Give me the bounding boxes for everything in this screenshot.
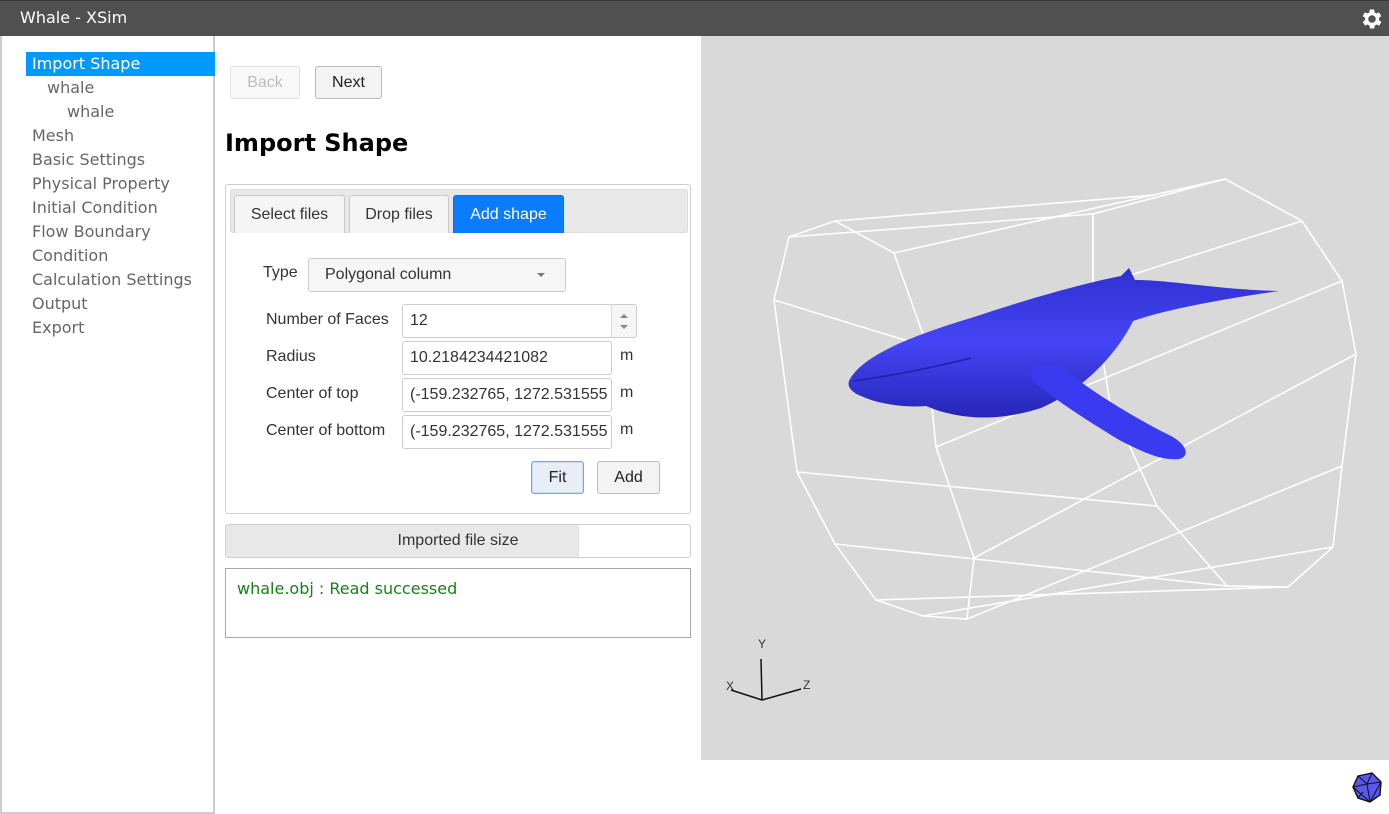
faces-input[interactable]: 12 (402, 304, 612, 338)
tab-drop-files[interactable]: Drop files (349, 195, 449, 233)
sidebar-item-whale-shape[interactable]: whale (26, 100, 215, 124)
fit-button[interactable]: Fit (531, 461, 584, 494)
back-button[interactable]: Back (230, 66, 300, 99)
log-message: whale.obj : Read successed (237, 579, 458, 598)
type-select-value: Polygonal column (325, 266, 452, 283)
axis-label-z: Z (803, 678, 810, 692)
radius-unit: m (620, 347, 634, 364)
type-select[interactable]: Polygonal column (308, 258, 566, 292)
tab-add-shape[interactable]: Add shape (453, 195, 564, 233)
window-title: Whale - XSim (20, 8, 128, 27)
sidebar-item-condition[interactable]: Condition (26, 244, 215, 268)
sidebar-item-physical-property[interactable]: Physical Property (26, 172, 215, 196)
column-near-face (773, 220, 975, 620)
sidebar-item-calculation-settings[interactable]: Calculation Settings (26, 268, 215, 292)
center-top-input[interactable]: (-159.232765, 1272.531555 (402, 378, 612, 412)
sidebar-item-basic-settings[interactable]: Basic Settings (26, 148, 215, 172)
axis-triad: Y X Z (726, 637, 810, 701)
sidebar: Import Shape whale whale Mesh Basic Sett… (0, 36, 215, 814)
title-bar: Whale - XSim (0, 0, 1389, 36)
center-top-unit: m (620, 384, 634, 401)
chevron-down-icon (537, 273, 545, 277)
add-button[interactable]: Add (597, 461, 660, 494)
gear-icon[interactable] (1359, 6, 1385, 32)
center-bottom-input[interactable]: (-159.232765, 1272.531555 (402, 415, 612, 449)
tab-bar: Select files Drop files Add shape (230, 189, 688, 233)
axis-label-x: X (726, 679, 734, 693)
whale-pectoral-fin (1031, 365, 1186, 460)
center-bottom-unit: m (620, 421, 634, 438)
sidebar-item-flow-boundary[interactable]: Flow Boundary (26, 220, 215, 244)
center-top-label: Center of top (266, 385, 359, 402)
axis-label-y: Y (758, 637, 766, 651)
stepper-up-icon[interactable] (620, 314, 628, 318)
imported-file-size-bar: Imported file size (225, 524, 691, 558)
next-button[interactable]: Next (315, 66, 382, 99)
type-label: Type (263, 264, 298, 281)
3d-viewport[interactable]: Y X Z (701, 36, 1389, 760)
log-output: whale.obj : Read successed (225, 568, 691, 638)
faces-label: Number of Faces (266, 311, 389, 328)
scene: Y X Z (726, 178, 1357, 701)
sidebar-item-export[interactable]: Export (26, 316, 215, 340)
file-size-label: Imported file size (397, 532, 519, 549)
sidebar-item-mesh[interactable]: Mesh (26, 124, 215, 148)
tab-select-files[interactable]: Select files (234, 195, 345, 233)
sidebar-item-output[interactable]: Output (26, 292, 215, 316)
page-title: Import Shape (225, 129, 409, 157)
sidebar-tree: Import Shape whale whale Mesh Basic Sett… (26, 52, 215, 340)
icosahedron-icon[interactable] (1350, 770, 1384, 804)
whale-model (848, 268, 1279, 460)
sidebar-item-whale-file[interactable]: whale (26, 76, 215, 100)
radius-label: Radius (266, 348, 316, 365)
center-bottom-label: Center of bottom (266, 422, 386, 439)
import-panel: Select files Drop files Add shape Type P… (225, 184, 691, 514)
sidebar-item-import-shape[interactable]: Import Shape (26, 52, 215, 76)
column-far-face (1092, 178, 1357, 588)
sidebar-item-initial-condition[interactable]: Initial Condition (26, 196, 215, 220)
faces-stepper[interactable] (611, 304, 637, 338)
stepper-down-icon[interactable] (620, 325, 628, 329)
radius-input[interactable]: 10.2184234421082 (402, 341, 612, 375)
